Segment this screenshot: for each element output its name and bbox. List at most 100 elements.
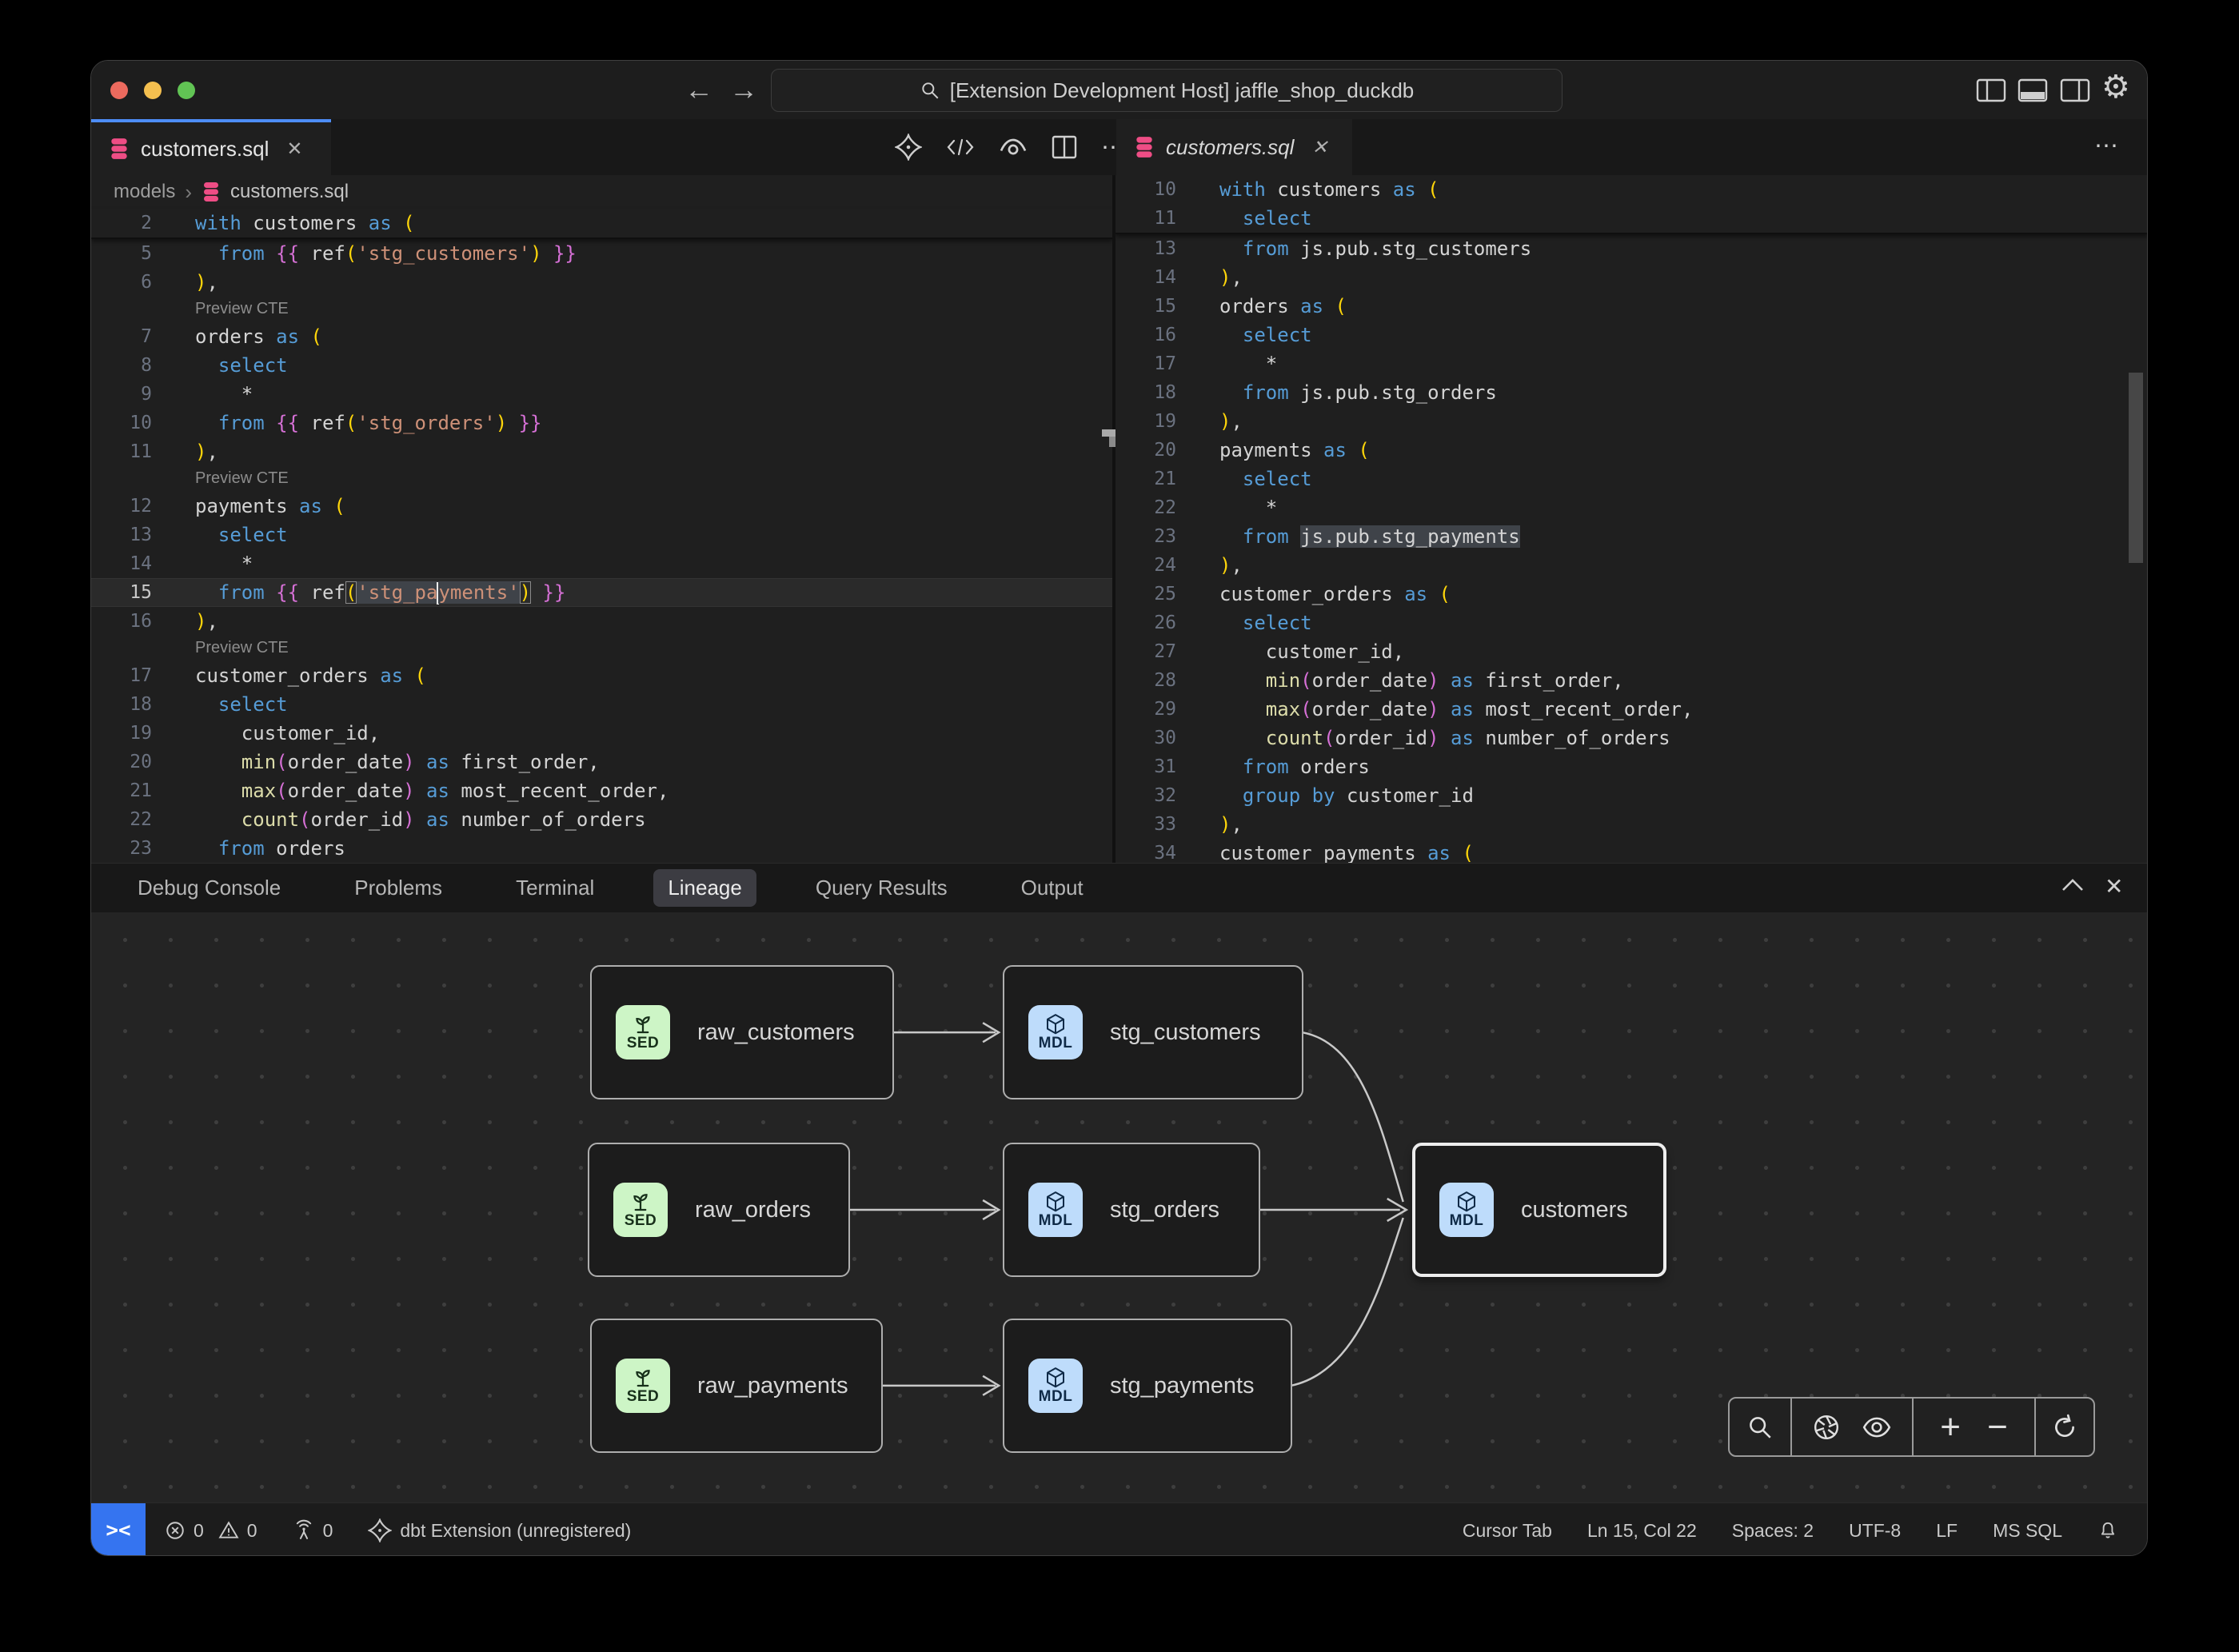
breadcrumb-file[interactable]: customers.sql [230, 181, 349, 203]
ports-status[interactable]: 0 [293, 1519, 333, 1542]
refresh-icon[interactable] [2051, 1414, 2078, 1441]
tab-customers-sql-right-preview[interactable]: customers.sql ✕ [1116, 119, 1352, 175]
panel-collapse-chevron-icon[interactable] [2060, 876, 2085, 894]
lineage-node-stg_customers[interactable]: MDLstg_customers [1003, 965, 1303, 1099]
status-item-cursor-tab[interactable]: Cursor Tab [1463, 1520, 1552, 1542]
code-line[interactable]: 7orders as ( [91, 322, 1112, 351]
vertical-scrollbar-thumb[interactable] [2129, 373, 2143, 563]
code-line[interactable]: 13 from js.pub.stg_customers [1116, 234, 2148, 263]
codelens-preview-cte[interactable]: Preview CTE [91, 297, 1112, 322]
status-item-spaces-2[interactable]: Spaces: 2 [1732, 1520, 1814, 1542]
tab-customers-sql-left[interactable]: customers.sql ✕ [91, 119, 331, 175]
code-line[interactable]: 34customer_payments as ( [1116, 839, 2148, 863]
code-line[interactable]: 17 * [1116, 349, 2148, 378]
panel-tab-lineage[interactable]: Lineage [653, 869, 756, 907]
lineage-node-stg_payments[interactable]: MDLstg_payments [1003, 1319, 1292, 1453]
code-line[interactable]: 12payments as ( [91, 492, 1112, 521]
code-line[interactable]: 22 count(order_id) as number_of_orders [91, 805, 1112, 834]
bell-icon[interactable] [2097, 1519, 2118, 1542]
code-line[interactable]: 32 group by customer_id [1116, 781, 2148, 810]
toggle-secondary-sidebar-icon[interactable] [2059, 78, 2091, 102]
lineage-panel[interactable]: SEDraw_customers MDLstg_customers SEDraw_o… [91, 912, 2147, 1502]
code-line[interactable]: 13 select [91, 521, 1112, 549]
codelens-preview-cte[interactable]: Preview CTE [91, 636, 1112, 661]
code-line[interactable]: 23 from js.pub.stg_payments [1116, 522, 2148, 551]
code-line[interactable]: 31 from orders [1116, 752, 2148, 781]
command-center-search[interactable]: [Extension Development Host] jaffle_shop… [771, 69, 1563, 112]
code-line[interactable]: 20payments as ( [1116, 436, 2148, 465]
code-line[interactable]: 10 from {{ ref('stg_orders') }} [91, 409, 1112, 437]
code-line[interactable]: 23 from orders [91, 834, 1112, 863]
breadcrumb-folder[interactable]: models [114, 181, 175, 203]
status-item-ln-15-col-22[interactable]: Ln 15, Col 22 [1587, 1520, 1697, 1542]
lineage-node-customers[interactable]: MDLcustomers [1412, 1143, 1666, 1277]
code-line[interactable]: 29 max(order_date) as most_recent_order, [1116, 695, 2148, 724]
code-line[interactable]: 6), [91, 268, 1112, 297]
code-line[interactable]: 27 customer_id, [1116, 637, 2148, 666]
code-line[interactable]: 15 from {{ ref('stg_payments') }} [91, 578, 1112, 607]
code-line[interactable]: 16 select [1116, 321, 2148, 349]
codelens-preview-cte[interactable]: Preview CTE [91, 466, 1112, 492]
zoom-in-icon[interactable]: + [1940, 1410, 1961, 1445]
code-line[interactable]: 16), [91, 607, 1112, 636]
open-preview-eye-icon[interactable] [999, 136, 1028, 158]
status-item-ms-sql[interactable]: MS SQL [1993, 1520, 2062, 1542]
code-line[interactable]: 11 select [1116, 204, 2148, 233]
code-line[interactable]: 21 max(order_date) as most_recent_order, [91, 776, 1112, 805]
editor-right[interactable]: 10with customers as (11 select 13 from j… [1116, 175, 2148, 863]
remote-indicator[interactable]: >< [91, 1503, 146, 1556]
code-line[interactable]: 10with customers as ( [1116, 175, 2148, 204]
code-line[interactable]: 15orders as ( [1116, 292, 2148, 321]
zoom-window-button[interactable] [178, 82, 195, 99]
code-line[interactable]: 9 * [91, 380, 1112, 409]
minimize-window-button[interactable] [144, 82, 162, 99]
search-icon[interactable] [1746, 1414, 1774, 1441]
code-line[interactable]: 19), [1116, 407, 2148, 436]
settings-gear-icon[interactable]: ⚙ [2101, 69, 2130, 106]
close-window-button[interactable] [110, 82, 128, 99]
close-tab-icon[interactable]: ✕ [286, 138, 302, 161]
panel-tab-problems[interactable]: Problems [340, 869, 457, 907]
split-editor-icon[interactable] [1052, 135, 1077, 159]
status-item-utf-8[interactable]: UTF-8 [1849, 1520, 1901, 1542]
dbt-logo-icon[interactable] [895, 134, 922, 161]
code-line[interactable]: 28 min(order_date) as first_order, [1116, 666, 2148, 695]
panel-tab-query-results[interactable]: Query Results [801, 869, 962, 907]
code-line[interactable]: 22 * [1116, 493, 2148, 522]
code-line[interactable]: 8 select [91, 351, 1112, 380]
code-line[interactable]: 18 select [91, 690, 1112, 719]
code-line[interactable]: 19 customer_id, [91, 719, 1112, 748]
eye-icon[interactable] [1862, 1415, 1892, 1439]
dbt-extension-status[interactable]: dbt Extension (unregistered) [368, 1518, 631, 1542]
lineage-node-stg_orders[interactable]: MDLstg_orders [1003, 1143, 1260, 1277]
panel-tab-debug-console[interactable]: Debug Console [123, 869, 295, 907]
toggle-panel-icon[interactable] [2017, 78, 2049, 102]
status-item-lf[interactable]: LF [1936, 1520, 1958, 1542]
close-tab-icon[interactable]: ✕ [1311, 136, 1327, 159]
code-line[interactable]: 26 select [1116, 609, 2148, 637]
forward-arrow-icon[interactable]: → [729, 75, 758, 104]
problems-status[interactable]: 0 0 [165, 1520, 257, 1542]
code-line[interactable]: 17customer_orders as ( [91, 661, 1112, 690]
code-line[interactable]: 20 min(order_date) as first_order, [91, 748, 1112, 776]
code-line[interactable]: 11), [91, 437, 1112, 466]
code-line[interactable]: 14), [1116, 263, 2148, 292]
back-arrow-icon[interactable]: ← [684, 75, 713, 104]
code-line[interactable]: 21 select [1116, 465, 2148, 493]
code-line[interactable]: 2with customers as ( [91, 209, 1112, 237]
more-actions-icon[interactable]: ⋯ [2094, 132, 2121, 160]
aperture-icon[interactable] [1812, 1413, 1841, 1442]
code-line[interactable]: 24), [1116, 551, 2148, 580]
toggle-primary-sidebar-icon[interactable] [1975, 78, 2007, 102]
inline-code-icon[interactable] [946, 135, 975, 159]
panel-tab-terminal[interactable]: Terminal [501, 869, 609, 907]
code-line[interactable]: 33), [1116, 810, 2148, 839]
lineage-node-raw_customers[interactable]: SEDraw_customers [590, 965, 894, 1099]
panel-close-icon[interactable]: ✕ [2105, 873, 2123, 900]
code-line[interactable]: 14 * [91, 549, 1112, 578]
panel-tab-output[interactable]: Output [1007, 869, 1098, 907]
code-line[interactable]: 5 from {{ ref('stg_customers') }} [91, 239, 1112, 268]
code-line[interactable]: 30 count(order_id) as number_of_orders [1116, 724, 2148, 752]
code-line[interactable]: 18 from js.pub.stg_orders [1116, 378, 2148, 407]
lineage-node-raw_orders[interactable]: SEDraw_orders [588, 1143, 850, 1277]
